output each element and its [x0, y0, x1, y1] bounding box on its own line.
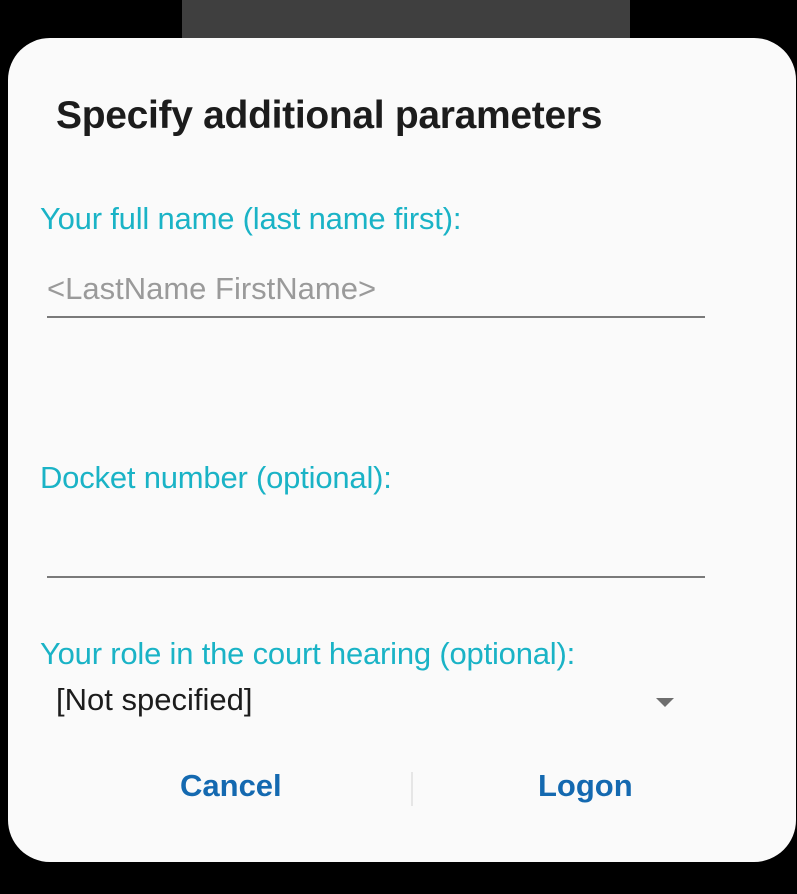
court-role-dropdown[interactable]: [Not specified]	[52, 678, 692, 728]
docket-number-input[interactable]	[47, 526, 705, 578]
dialog-title: Specify additional parameters	[56, 94, 603, 137]
court-role-label: Your role in the court hearing (optional…	[40, 636, 576, 671]
court-role-selected-value: [Not specified]	[56, 682, 253, 717]
dropdown-arrow-icon	[656, 698, 674, 707]
cancel-button[interactable]: Cancel	[180, 768, 282, 804]
parameters-dialog: Specify additional parameters Your full …	[8, 38, 796, 862]
button-divider	[411, 772, 413, 806]
full-name-input[interactable]	[47, 266, 705, 318]
logon-button[interactable]: Logon	[538, 768, 633, 804]
docket-number-label: Docket number (optional):	[40, 460, 392, 495]
full-name-label: Your full name (last name first):	[40, 201, 462, 236]
